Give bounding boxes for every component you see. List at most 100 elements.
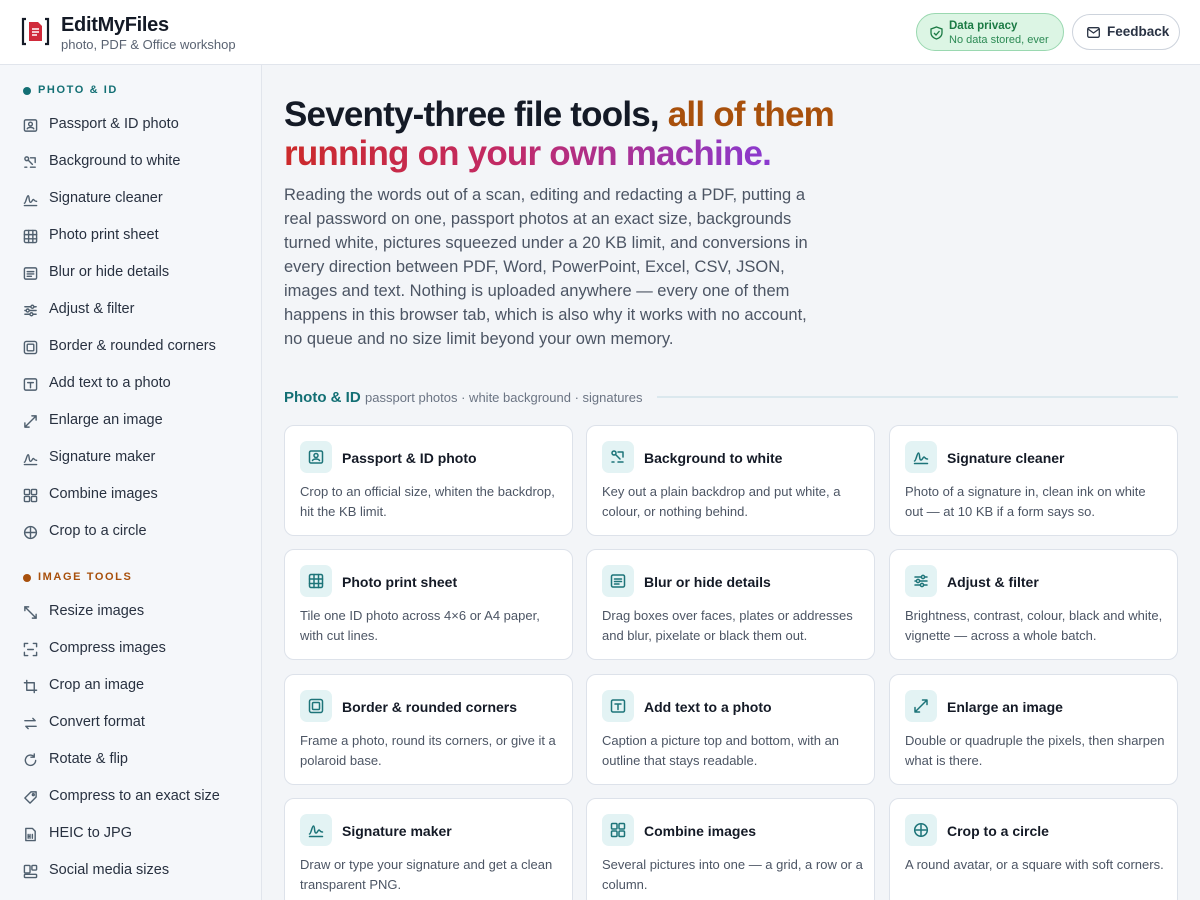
sidebar-item-signature-maker[interactable]: Signature maker: [12, 442, 250, 474]
sidebar-item-combine-images[interactable]: Combine images: [12, 479, 250, 511]
hero-part-2: all of them: [667, 95, 835, 134]
card-icon-badge: [300, 565, 332, 597]
card-title: Border & rounded corners: [342, 699, 518, 715]
card-description: Frame a photo, round its corners, or giv…: [300, 733, 556, 768]
sidebar-item-label: Compress to an exact size: [49, 788, 220, 804]
card-description: Several pictures into one — a grid, a ro…: [602, 857, 863, 892]
card-title: Blur or hide details: [644, 574, 771, 590]
card-icon-badge: [300, 690, 332, 722]
card-title: Crop to a circle: [947, 823, 1049, 839]
rotate-icon: [24, 753, 37, 767]
file-icon: [25, 827, 36, 842]
card-icon-badge: [300, 814, 332, 846]
tool-card-photo-print-sheet[interactable]: Photo print sheet Tile one ID photo acros…: [284, 549, 573, 660]
sidebar-item-adjust-and-filter[interactable]: Adjust & filter: [12, 294, 250, 326]
tool-card-add-text-to-a-photo[interactable]: Add text to a photo Caption a picture top…: [586, 674, 875, 785]
sidebar-item-border-and-rounded-corners[interactable]: Border & rounded corners: [12, 331, 250, 363]
sidebar-item-resize-images[interactable]: Resize images: [12, 596, 250, 628]
border-icon: [308, 698, 324, 714]
sidebar-item-label: Background to white: [49, 153, 181, 169]
sidebar-item-label: Signature maker: [49, 449, 156, 465]
data-privacy-badge[interactable]: Data privacy No data stored, ever: [916, 13, 1064, 51]
tool-card-adjust-and-filter[interactable]: Adjust & filter Brightness, contrast, col…: [889, 549, 1178, 660]
sidebar-item-convert-format[interactable]: Convert format: [12, 707, 250, 739]
sidebar-item-social-media-sizes[interactable]: Social media sizes: [12, 855, 250, 887]
resize-icon: [24, 606, 37, 619]
sidebar-item-label: Blur or hide details: [49, 264, 170, 280]
sidebar-item-photo-print-sheet[interactable]: Photo print sheet: [12, 220, 250, 252]
card-icon-badge: [905, 814, 937, 846]
mail-icon: [1087, 27, 1100, 38]
social-icon: [23, 864, 38, 879]
card-description: Crop to an official size, whiten the bac…: [300, 484, 555, 519]
sidebar-item-enlarge-an-image[interactable]: Enlarge an image: [12, 405, 250, 437]
sidebar-item-label: Resize images: [49, 603, 145, 619]
card-title: Passport & ID photo: [342, 450, 477, 466]
sidebar-item-label: Add text to a photo: [49, 375, 171, 391]
tool-card-signature-cleaner[interactable]: Signature cleaner Photo of a signature in…: [889, 425, 1178, 536]
sidebar-item-compress-to-an-exact-size[interactable]: Compress to an exact size: [12, 781, 250, 813]
logo-icon[interactable]: [21, 17, 50, 46]
section-dot: [23, 574, 31, 582]
signature-icon: [913, 452, 929, 465]
top-header: EditMyFiles photo, PDF & Office workshop…: [0, 0, 1200, 65]
sidebar-item-crop-an-image[interactable]: Crop an image: [12, 670, 250, 702]
card-icon-badge: [602, 565, 634, 597]
section-label: PHOTO & ID: [38, 84, 118, 96]
sidebar-item-blur-or-hide-details[interactable]: Blur or hide details: [12, 257, 250, 289]
brand-name[interactable]: EditMyFiles: [61, 14, 169, 37]
id-card-icon: [23, 119, 38, 132]
card-description: A round avatar, or a square with soft co…: [905, 857, 1164, 872]
tag-icon: [24, 791, 37, 804]
card-title: Enlarge an image: [947, 699, 1063, 715]
tool-card-enlarge-an-image[interactable]: Enlarge an image Double or quadruple the …: [889, 674, 1178, 785]
tool-card-blur-or-hide-details[interactable]: Blur or hide details Drag boxes over face…: [586, 549, 875, 660]
sidebar-item-passport-and-id-photo[interactable]: Passport & ID photo: [12, 109, 250, 141]
tool-card-crop-to-a-circle[interactable]: Crop to a circle A round avatar, or a squ…: [889, 798, 1178, 900]
circle-crop-icon: [913, 822, 929, 838]
card-icon-badge: [905, 565, 937, 597]
sidebar-item-compress-images[interactable]: Compress images: [12, 633, 250, 665]
card-icon-badge: [602, 814, 634, 846]
card-icon-badge: [300, 441, 332, 473]
blur-icon: [610, 574, 626, 588]
card-title: Signature maker: [342, 823, 452, 839]
sidebar-item-crop-to-a-circle[interactable]: Crop to a circle: [12, 516, 250, 548]
sidebar-item-signature-cleaner[interactable]: Signature cleaner: [12, 183, 250, 215]
tool-card-signature-maker[interactable]: Signature maker Draw or type your signatu…: [284, 798, 573, 900]
feedback-button[interactable]: Feedback: [1072, 14, 1180, 50]
tool-card-combine-images[interactable]: Combine images Several pictures into one …: [586, 798, 875, 900]
group-subtitle: passport photos · white background · sig…: [365, 390, 643, 405]
card-description: Drag boxes over faces, plates or address…: [602, 608, 853, 643]
main-content: Seventy-three file tools, all of them run…: [262, 65, 1200, 900]
privacy-subtitle: No data stored, ever: [949, 34, 1049, 46]
tool-card-border-and-rounded-corners[interactable]: Border & rounded corners Frame a photo, r…: [284, 674, 573, 785]
card-title: Add text to a photo: [644, 699, 772, 715]
card-icon-badge: [602, 690, 634, 722]
sidebar-item-rotate-and-flip[interactable]: Rotate & flip: [12, 744, 250, 776]
text-icon: [23, 378, 38, 391]
compress-icon: [23, 642, 38, 657]
tool-card-background-to-white[interactable]: Background to white Key out a plain backd…: [586, 425, 875, 536]
sidebar-item-label: Crop to a circle: [49, 523, 147, 539]
card-description: Key out a plain backdrop and put white, …: [602, 484, 841, 519]
sidebar-item-heic-to-jpg[interactable]: HEIC to JPG: [12, 818, 250, 850]
sidebar-item-add-text-to-a-photo[interactable]: Add text to a photo: [12, 368, 250, 400]
background-icon: [24, 156, 36, 168]
tool-card-passport-and-id-photo[interactable]: Passport & ID photo Crop to an official s…: [284, 425, 573, 536]
sidebar-item-label: Rotate & flip: [49, 751, 128, 767]
sidebar-item-label: Combine images: [49, 486, 158, 502]
card-description: Double or quadruple the pixels, then sha…: [905, 733, 1165, 768]
crop-icon: [23, 679, 38, 694]
group-divider: [657, 396, 1178, 398]
sidebar-item-label: Signature cleaner: [49, 190, 163, 206]
sidebar: PHOTO & ID Passport & ID photo Background …: [0, 65, 262, 900]
card-title: Combine images: [644, 823, 757, 839]
enlarge-icon: [24, 415, 37, 428]
convert-icon: [24, 717, 37, 730]
grid-icon: [308, 573, 324, 589]
sidebar-item-label: HEIC to JPG: [49, 825, 132, 841]
card-title: Adjust & filter: [947, 574, 1039, 590]
hero-heading: Seventy-three file tools, all of them run…: [284, 95, 884, 173]
sidebar-item-background-to-white[interactable]: Background to white: [12, 146, 250, 178]
